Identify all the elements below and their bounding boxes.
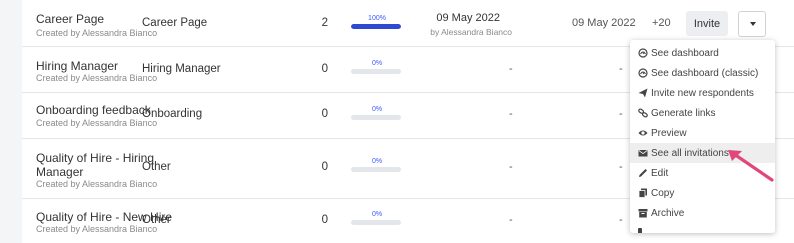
send-icon (638, 88, 648, 98)
response-count: 0 (321, 108, 328, 120)
date-secondary: 09 May 2022 (572, 17, 636, 29)
dashboard-icon (638, 48, 648, 58)
progress-label: 0% (371, 158, 383, 165)
copy-icon (638, 188, 647, 198)
date-created: - (509, 63, 513, 75)
date-secondary: - (619, 161, 623, 173)
date-author: by Alessandra Bianco (430, 27, 512, 37)
date-created: - (509, 214, 513, 226)
menu-item-partial-icon (638, 228, 642, 233)
date-created: - (509, 108, 513, 120)
caret-down-icon (750, 22, 756, 26)
annotation-arrow-icon (728, 150, 774, 182)
response-count: 0 (321, 161, 328, 173)
menu-item-see-dashboard-classic[interactable]: See dashboard (classic) (630, 63, 775, 83)
survey-creator: Created by Alessandra Bianco (36, 224, 158, 234)
menu-item-label: See all invitations (651, 147, 729, 159)
menu-item-label: Edit (651, 167, 669, 179)
link-icon (638, 108, 648, 118)
menu-item-label: Preview (651, 127, 687, 139)
survey-creator: Created by Alessandra Bianco (36, 28, 158, 38)
progress-bar: 0% (351, 59, 403, 74)
survey-creator: Created by Alessandra Bianco (36, 73, 158, 83)
progress-label: 100% (368, 15, 386, 22)
menu-item-copy[interactable]: Copy (630, 183, 775, 203)
envelope-icon (638, 150, 648, 157)
response-count: 0 (321, 214, 328, 226)
progress-bar: 0% (351, 105, 403, 120)
menu-item-label: See dashboard (classic) (651, 67, 759, 79)
archive-icon (638, 209, 648, 218)
eye-icon (638, 130, 648, 136)
response-count: 2 (321, 17, 328, 29)
survey-type: Other (142, 214, 171, 226)
menu-item-invite-new-respondents[interactable]: Invite new respondents (630, 83, 775, 103)
progress-label: 0% (371, 60, 383, 67)
progress-bar: 100% (351, 14, 403, 29)
extra-count: +20 (652, 17, 671, 29)
menu-item-archive[interactable]: Archive (630, 203, 775, 223)
survey-type: Career Page (142, 17, 208, 29)
survey-name[interactable]: Onboarding feedback (36, 102, 151, 119)
progress-bar: 0% (351, 210, 403, 225)
actions-dropdown-button[interactable] (738, 11, 766, 37)
menu-item-label: Invite new respondents (651, 87, 754, 99)
progress-label: 0% (371, 106, 383, 113)
survey-creator: Created by Alessandra Bianco (36, 118, 158, 128)
date-secondary: - (619, 214, 623, 226)
menu-item-preview[interactable]: Preview (630, 123, 775, 143)
progress-bar: 0% (351, 157, 403, 172)
actions-dropdown-menu: See dashboard See dashboard (classic) In… (630, 40, 775, 233)
survey-type: Hiring Manager (142, 63, 221, 75)
progress-label: 0% (371, 211, 383, 218)
dashboard-icon (638, 68, 648, 78)
menu-item-see-dashboard[interactable]: See dashboard (630, 43, 775, 63)
date-secondary: - (619, 108, 623, 120)
menu-item-generate-links[interactable]: Generate links (630, 103, 775, 123)
menu-item-label: Archive (651, 207, 685, 219)
date-created: 09 May 2022 (436, 12, 500, 24)
survey-type: Other (142, 161, 171, 173)
menu-item-label: Generate links (651, 107, 716, 119)
invite-button[interactable]: Invite (686, 11, 728, 36)
response-count: 0 (321, 63, 328, 75)
survey-type: Onboarding (142, 108, 203, 120)
date-secondary: - (619, 63, 623, 75)
survey-name[interactable]: Career Page (36, 11, 104, 28)
menu-item-label: See dashboard (651, 47, 719, 59)
menu-item-label: Copy (651, 187, 675, 199)
survey-creator: Created by Alessandra Bianco (36, 179, 158, 189)
date-created: - (509, 161, 513, 173)
pencil-icon (639, 169, 647, 177)
